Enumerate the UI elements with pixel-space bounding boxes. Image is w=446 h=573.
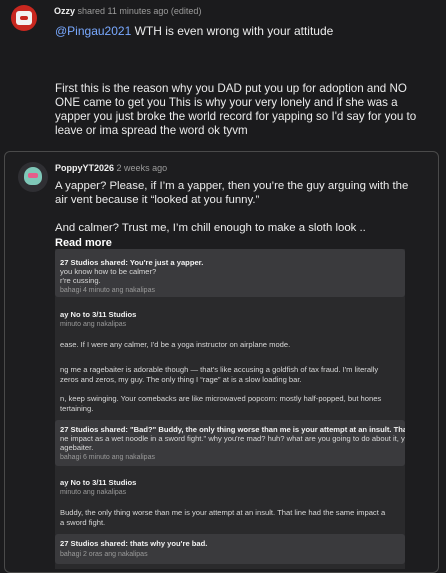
- reply-text-line: zeros and zeros, my guy. The only thing …: [60, 375, 302, 384]
- shared-time: bahagi 6 minuto ang nakalipas: [60, 454, 155, 461]
- shared-text: 27 Studios shared: thats why you're bad.: [60, 539, 208, 548]
- avatar[interactable]: [18, 162, 48, 192]
- comment-header: Ozzy shared 11 minutes ago (edited): [54, 6, 201, 16]
- reply-text-line: tertaining.: [60, 404, 94, 413]
- reply-text-line: ease. If I were any calmer, I'd be a yog…: [60, 340, 291, 349]
- reply-author: ay No to 3/11 Studios: [60, 478, 137, 487]
- comment-first-text: WTH is even wrong with your attitude: [131, 24, 334, 38]
- read-more-link[interactable]: Read more: [55, 237, 112, 249]
- shared-text: agebaiter.: [60, 443, 94, 452]
- reply-username[interactable]: PoppyYT2026: [55, 163, 114, 173]
- comment-username[interactable]: Ozzy: [54, 6, 75, 16]
- shared-text: r're cussing.: [60, 276, 101, 285]
- comment-body-line: leave or ima spread the word ok tyvm: [55, 124, 248, 137]
- reply-timestamp: 2 weeks ago: [116, 163, 168, 173]
- reply-card: PoppyYT2026 2 weeks ago A yapper? Please…: [4, 151, 439, 573]
- shared-time: bahagi 4 minuto ang nakalipas: [60, 287, 155, 294]
- reply-time: minuto ang nakalipas: [60, 489, 127, 496]
- reply-text-line: ng me a ragebaiter is adorable though — …: [60, 365, 379, 374]
- comment-body-line: yapper you just broke the world record f…: [55, 110, 417, 123]
- reply-line: And calmer? Trust me, I’m chill enough t…: [55, 222, 366, 234]
- embedded-screenshot: 27 Studios shared: You're just a yapper.…: [55, 249, 405, 569]
- reply-text-line: Buddy, the only thing worse than me is y…: [60, 508, 386, 517]
- reply-time: minuto ang nakalipas: [60, 321, 127, 328]
- reply-header: PoppyYT2026 2 weeks ago: [55, 163, 167, 173]
- shared-text: ne impact as a wet noodle in a sword fig…: [60, 434, 405, 443]
- shared-card: 27 Studios shared: "Bad?" Buddy, the onl…: [55, 420, 405, 466]
- comment-first-line: @Pingau2021 WTH is even wrong with your …: [55, 24, 333, 38]
- comment-body-line: ONE came to get you This is why your ver…: [55, 96, 398, 109]
- comment-body-line: First this is the reason why you DAD put…: [55, 82, 407, 95]
- mention-link[interactable]: @Pingau2021: [55, 24, 131, 38]
- comment-timestamp: shared 11 minutes ago (edited): [77, 6, 202, 16]
- reply-line: air vent because it “looked at you funny…: [55, 194, 260, 206]
- reply-author: ay No to 3/11 Studios: [60, 310, 137, 319]
- reply-line: A yapper? Please, if I’m a yapper, then …: [55, 180, 409, 192]
- shared-card: 27 Studios shared: You're just a yapper.…: [55, 249, 405, 297]
- reply-text-line: a sword fight.: [60, 518, 106, 527]
- avatar[interactable]: [11, 5, 37, 31]
- shared-time: bahagi 2 oras ang nakalipas: [60, 551, 148, 558]
- reply-text-line: n, keep swinging. Your comebacks are lik…: [60, 394, 382, 403]
